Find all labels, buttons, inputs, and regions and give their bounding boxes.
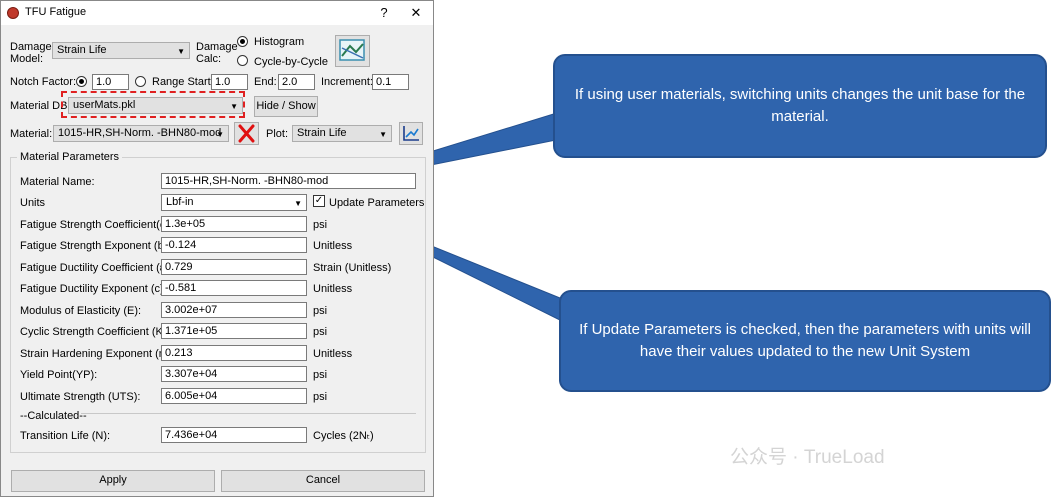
param-row-label: Fatigue Ductility Coefficient (εf′): bbox=[20, 262, 177, 274]
param-row-label: Cyclic Strength Coefficient (K'): bbox=[20, 326, 172, 338]
plot-select[interactable]: Strain Life ▼ bbox=[292, 125, 392, 142]
notch-factor-label: Notch Factor: bbox=[10, 76, 77, 88]
units-callout-text: If using user materials, switching units… bbox=[574, 86, 1026, 125]
param-row-label: Yield Point(YP): bbox=[20, 369, 98, 381]
histogram-label: Histogram bbox=[254, 36, 305, 48]
param-row-label: Fatigue Strength Coefficient(σf′): bbox=[20, 219, 179, 231]
range-start-radio[interactable] bbox=[135, 76, 146, 87]
param-row-input[interactable]: -0.581 bbox=[161, 280, 307, 296]
units-callout: If using user materials, switching units… bbox=[553, 54, 1047, 158]
param-row-unit: Unitless bbox=[313, 240, 353, 252]
units-value: Lbf-in bbox=[166, 196, 194, 208]
axes-plot-icon bbox=[403, 126, 419, 141]
title-bar: TFU Fatigue ? ✕ bbox=[1, 1, 433, 25]
param-row-unit: Strain (Unitless) bbox=[313, 262, 392, 274]
param-row-input[interactable]: 3.307e+04 bbox=[161, 366, 307, 382]
param-row-unit: psi bbox=[313, 369, 328, 381]
end-label: End: bbox=[254, 76, 277, 88]
red-x-icon bbox=[238, 124, 255, 143]
histogram-radio[interactable] bbox=[237, 36, 248, 47]
apply-button[interactable]: Apply bbox=[11, 470, 215, 492]
material-value: 1015-HR,SH-Norm. -BHN80-mod bbox=[58, 127, 222, 139]
watermark: 公众号 · TrueLoad bbox=[730, 447, 885, 468]
param-row-unit: psi bbox=[313, 219, 328, 231]
material-parameters-title: Material Parameters bbox=[17, 151, 123, 163]
chevron-down-icon: ▼ bbox=[294, 199, 302, 208]
transition-life-label: Transition Life (N): bbox=[20, 430, 111, 442]
param-row-unit: psi bbox=[313, 305, 328, 317]
update-parameters-checkbox[interactable]: ✓ bbox=[313, 195, 325, 207]
increment-input[interactable]: 0.1 bbox=[372, 74, 409, 90]
plot-material-button[interactable] bbox=[399, 122, 423, 145]
units-select[interactable]: Lbf-in ▼ bbox=[161, 194, 307, 211]
plot-label: Plot: bbox=[266, 128, 289, 140]
param-row-label: Modulus of Elasticity (E): bbox=[20, 305, 142, 317]
param-row-input[interactable]: 1.371e+05 bbox=[161, 323, 307, 339]
update-parameters-callout: If Update Parameters is checked, then th… bbox=[559, 290, 1051, 392]
notch-factor-input[interactable]: 1.0 bbox=[92, 74, 129, 90]
range-start-input[interactable]: 1.0 bbox=[211, 74, 248, 90]
param-row-unit: psi bbox=[313, 391, 328, 403]
damage-model-select[interactable]: Strain Life ▼ bbox=[52, 42, 190, 59]
param-row-unit: Unitless bbox=[313, 348, 353, 360]
param-row-input[interactable]: 0.729 bbox=[161, 259, 307, 275]
hide-show-button[interactable]: Hide / Show bbox=[254, 96, 318, 117]
damage-calc-label-line1: Damage bbox=[196, 41, 238, 53]
chevron-down-icon: ▼ bbox=[177, 47, 185, 56]
units-label: Units bbox=[20, 197, 46, 209]
material-select[interactable]: 1015-HR,SH-Norm. -BHN80-mod ▼ bbox=[53, 125, 229, 142]
help-button[interactable]: ? bbox=[369, 3, 399, 23]
chevron-down-icon: ▼ bbox=[216, 130, 224, 139]
cycle-by-cycle-radio[interactable] bbox=[237, 55, 248, 66]
calculated-label: --Calculated-- bbox=[20, 410, 87, 422]
update-parameters-label: Update Parameters bbox=[329, 197, 425, 209]
plot-value: Strain Life bbox=[297, 127, 347, 139]
param-row-input[interactable]: 0.213 bbox=[161, 345, 307, 361]
material-name-label: Material Name: bbox=[20, 176, 95, 188]
update-callout-text: If Update Parameters is checked, then th… bbox=[579, 321, 1031, 360]
param-row-label: Fatigue Strength Exponent (b): bbox=[20, 240, 171, 252]
damage-model-label-line2: Model: bbox=[10, 53, 44, 65]
material-name-input[interactable]: 1015-HR,SH-Norm. -BHN80-mod bbox=[161, 173, 416, 189]
range-start-label: Range Start: bbox=[152, 76, 214, 88]
damage-plot-button[interactable] bbox=[335, 35, 370, 67]
window-title: TFU Fatigue bbox=[25, 6, 87, 18]
transition-life-input[interactable]: 7.436e+04 bbox=[161, 427, 307, 443]
transition-life-unit: Cycles (2Nₜ) bbox=[313, 430, 374, 442]
param-row-unit: psi bbox=[313, 326, 328, 338]
notch-factor-radio[interactable] bbox=[76, 76, 87, 87]
increment-label: Increment: bbox=[321, 76, 373, 88]
param-row-label: Strain Hardening Exponent (n'): bbox=[20, 348, 174, 360]
param-row-input[interactable]: 1.3e+05 bbox=[161, 216, 307, 232]
damage-model-value: Strain Life bbox=[57, 44, 107, 56]
damage-model-label-line1: Damage bbox=[10, 41, 52, 53]
material-db-label: Material DB bbox=[10, 100, 68, 112]
tfu-fatigue-dialog: TFU Fatigue ? ✕ Damage Model: Strain Lif… bbox=[0, 0, 434, 497]
close-button[interactable]: ✕ bbox=[401, 3, 431, 23]
material-label: Material: bbox=[10, 128, 53, 140]
app-icon bbox=[7, 7, 19, 19]
param-row-input[interactable]: 6.005e+04 bbox=[161, 388, 307, 404]
chart-icon bbox=[339, 39, 365, 61]
param-row-input[interactable]: 3.002e+07 bbox=[161, 302, 307, 318]
cancel-button[interactable]: Cancel bbox=[221, 470, 425, 492]
param-row-input[interactable]: -0.124 bbox=[161, 237, 307, 253]
chevron-down-icon: ▼ bbox=[379, 130, 387, 139]
delete-material-button[interactable] bbox=[234, 122, 259, 145]
material-db-highlight bbox=[61, 91, 245, 118]
end-input[interactable]: 2.0 bbox=[278, 74, 315, 90]
param-row-unit: Unitless bbox=[313, 283, 353, 295]
param-row-label: Fatigue Ductility Exponent (c): bbox=[20, 283, 167, 295]
damage-calc-label-line2: Calc: bbox=[196, 53, 222, 65]
cycle-by-cycle-label: Cycle-by-Cycle bbox=[254, 56, 328, 68]
param-row-label: Ultimate Strength (UTS): bbox=[20, 391, 141, 403]
calculated-divider bbox=[81, 413, 416, 414]
